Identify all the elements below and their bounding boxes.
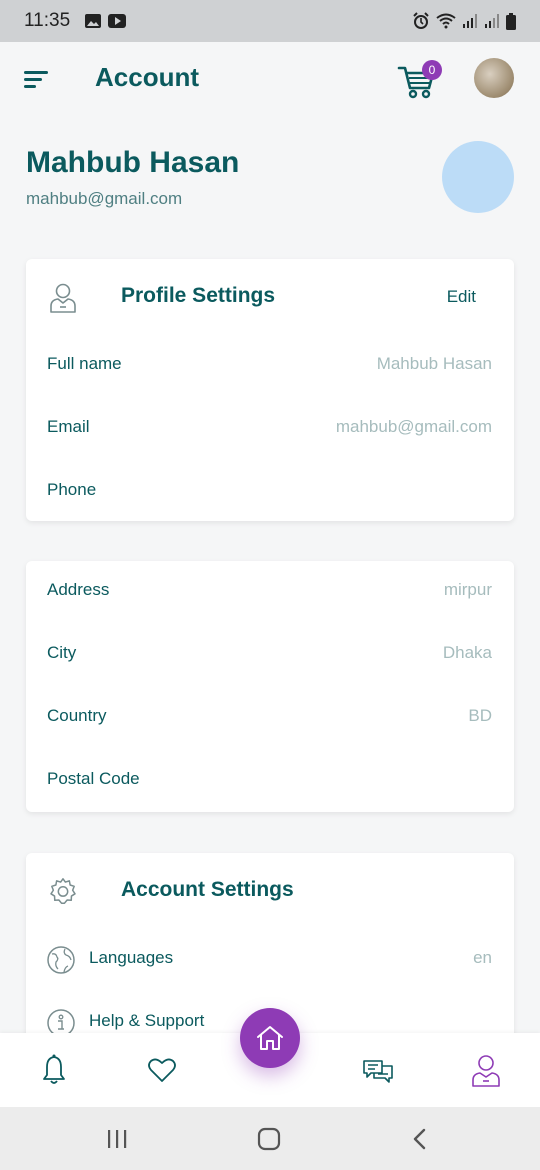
- user-email: mahbub@gmail.com: [26, 189, 183, 208]
- city-label: City: [47, 643, 77, 662]
- phone-label: Phone: [47, 480, 97, 499]
- user-icon[interactable]: [470, 1053, 502, 1087]
- full-name-label: Full name: [47, 354, 122, 373]
- address-value: mirpur: [443, 580, 492, 599]
- page-title: Account: [95, 62, 199, 92]
- gallery-notification-icon: [85, 14, 102, 28]
- country-row[interactable]: Country BD: [26, 687, 514, 750]
- profile-settings-header: Profile Settings Edit: [26, 259, 514, 335]
- signal-2-icon: [485, 14, 499, 28]
- alarm-icon: [413, 12, 429, 29]
- address-card: Address mirpur City Dhaka Country BD Pos…: [26, 561, 514, 812]
- battery-icon: [506, 12, 516, 30]
- languages-label: Languages: [89, 948, 174, 967]
- languages-row[interactable]: Languages en: [26, 929, 514, 992]
- system-nav-bar: [0, 1107, 540, 1170]
- app-bar: Account 0: [0, 42, 540, 118]
- city-row[interactable]: City Dhaka: [26, 624, 514, 687]
- home-icon: [257, 1026, 283, 1050]
- email-row[interactable]: Email mahbub@gmail.com: [26, 398, 514, 461]
- home-system-icon[interactable]: [256, 1127, 282, 1151]
- country-label: Country: [47, 706, 107, 725]
- postal-code-row[interactable]: Postal Code: [26, 750, 514, 813]
- chat-icon[interactable]: [362, 1053, 394, 1087]
- profile-settings-card: Profile Settings Edit Full name Mahbub H…: [26, 259, 514, 521]
- full-name-value: Mahbub Hasan: [376, 354, 492, 373]
- signal-icon: [463, 14, 477, 28]
- status-time: 11:35: [24, 10, 71, 31]
- status-bar: 11:35: [0, 0, 540, 42]
- youtube-notification-icon: [108, 14, 127, 28]
- languages-value: en: [473, 948, 492, 967]
- email-label: Email: [47, 417, 90, 436]
- avatar[interactable]: [474, 58, 514, 98]
- phone-row[interactable]: Phone: [26, 461, 514, 524]
- recent-apps-icon[interactable]: [104, 1127, 130, 1151]
- profile-settings-title: Profile Settings: [121, 284, 276, 307]
- email-value: mahbub@gmail.com: [335, 417, 492, 436]
- city-value: Dhaka: [442, 643, 492, 662]
- account-settings-title: Account Settings: [121, 878, 294, 901]
- account-settings-header: Account Settings: [26, 853, 514, 929]
- menu-icon[interactable]: [24, 68, 52, 92]
- user-profile-icon: [50, 283, 76, 313]
- wifi-icon: [436, 13, 456, 29]
- home-button[interactable]: [240, 1008, 300, 1068]
- user-name: Mahbub Hasan: [26, 146, 240, 179]
- cart-count-badge: 0: [422, 60, 442, 80]
- gear-icon: [50, 878, 76, 904]
- edit-button[interactable]: Edit: [447, 287, 476, 307]
- help-support-label: Help & Support: [89, 1011, 205, 1030]
- address-row[interactable]: Address mirpur: [26, 561, 514, 624]
- heart-icon[interactable]: [146, 1053, 178, 1087]
- full-name-row[interactable]: Full name Mahbub Hasan: [26, 335, 514, 398]
- back-icon[interactable]: [408, 1127, 434, 1151]
- cart-button[interactable]: 0: [396, 56, 442, 102]
- bell-icon[interactable]: [38, 1053, 70, 1087]
- postal-code-label: Postal Code: [47, 769, 140, 788]
- globe-icon: [47, 946, 75, 974]
- profile-photo[interactable]: [442, 141, 514, 213]
- address-label: Address: [47, 580, 110, 599]
- country-value: BD: [468, 706, 492, 725]
